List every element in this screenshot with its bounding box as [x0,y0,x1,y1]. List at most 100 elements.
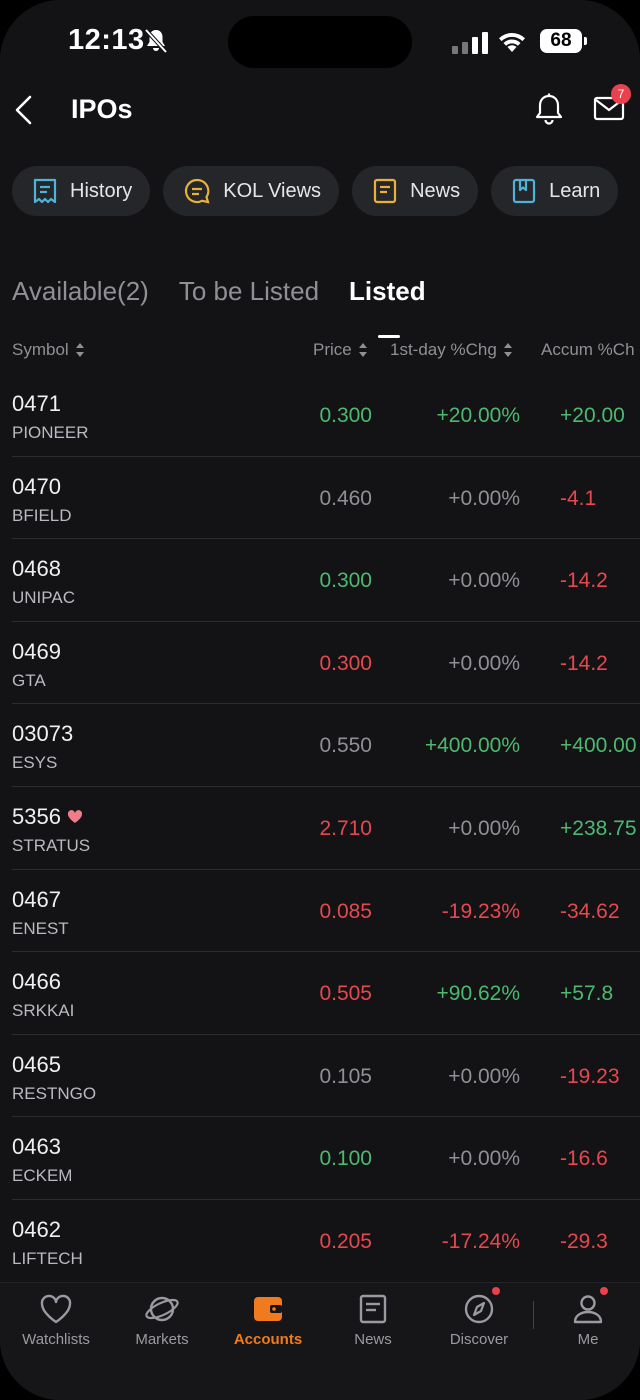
stock-price: 0.460 [319,486,372,510]
stock-code-text: 0468 [12,556,61,582]
battery-level: 68 [540,29,582,53]
accum-change: +238.75 [560,816,637,840]
news-chip[interactable]: News [352,166,479,216]
column-first-day-label: 1st-day %Chg [390,340,497,359]
column-accum-change[interactable]: Accum %Ch [541,340,635,360]
stock-price: 0.300 [319,569,372,593]
table-row[interactable]: 0468 UNIPAC 0.300 +0.00% -14.2 [0,539,640,622]
status-time: 12:13 [68,24,145,56]
nav-me-label: Me [577,1331,599,1348]
nav-markets-label: Markets [135,1331,189,1348]
news-icon [373,178,397,204]
stock-code-text: 5356 [12,803,61,829]
dynamic-island [228,16,412,68]
stock-price: 0.105 [319,1064,372,1088]
accum-change: -14.2 [560,569,608,593]
stock-price: 0.300 [319,651,372,675]
wifi-icon [499,32,525,52]
nav-accounts[interactable]: Accounts [213,1291,323,1348]
ipo-tabs: Available(2) To be Listed Listed [12,276,456,338]
first-day-change: +90.62% [436,982,521,1006]
table-row[interactable]: 5356 STRATUS 2.710 +0.00% +238.75 [0,787,640,870]
first-day-change: -19.23% [441,899,520,923]
discover-notification-dot [492,1287,500,1295]
silent-bell-icon [144,28,168,54]
accum-change: -16.6 [560,1147,608,1171]
stock-code-text: 0467 [12,886,61,912]
history-chip-label: History [70,179,133,202]
stock-code: 0468 [12,556,61,582]
stock-code: 0465 [12,1052,61,1078]
tab-available[interactable]: Available(2) [12,276,149,324]
stock-name: ENEST [12,918,69,938]
table-row[interactable]: 0470 BFIELD 0.460 +0.00% -4.1 [0,457,640,540]
table-row[interactable]: 0465 RESTNGO 0.105 +0.00% -19.23 [0,1035,640,1118]
bottom-nav: Watchlists Markets Accounts News Discove… [0,1282,640,1400]
planet-icon [145,1296,179,1322]
nav-me[interactable]: Me [533,1291,640,1348]
stock-name: PIONEER [12,423,89,442]
accum-change: -4.1 [560,486,597,510]
sort-icon [75,343,84,357]
nav-watchlists-label: Watchlists [22,1331,90,1348]
wallet-icon [254,1297,282,1321]
page-header: IPOs 7 [0,84,640,140]
tab-to-be-listed[interactable]: To be Listed [179,276,319,324]
stock-price: 0.300 [319,404,372,427]
table-row[interactable]: 0471 PIONEER 0.300 +20.00% +20.00 [0,374,640,457]
table-row[interactable]: 0466 SRKKAI 0.505 +90.62% +57.8 [0,952,640,1035]
nav-markets[interactable]: Markets [107,1291,217,1348]
tab-listed[interactable]: Listed [349,276,426,338]
kol-views-chip-label: KOL Views [223,179,322,202]
stock-price: 0.550 [319,734,372,758]
stock-code: 0471 [12,391,61,417]
mail-count-badge: 7 [611,84,631,104]
accum-change: -29.3 [560,1229,608,1253]
first-day-change: +0.00% [448,569,520,593]
stock-code-text: 0462 [12,1216,61,1242]
column-price[interactable]: Price [313,340,368,360]
table-row[interactable]: 0469 GTA 0.300 +0.00% -14.2 [0,622,640,705]
nav-discover[interactable]: Discover [424,1291,534,1348]
learn-chip[interactable]: Learn [491,166,619,216]
news-icon [359,1294,387,1324]
stock-code-text: 0470 [12,473,61,499]
learn-chip-label: Learn [549,179,601,202]
history-icon [33,178,57,204]
compass-icon [464,1294,494,1324]
notification-bell-icon[interactable] [532,92,566,126]
table-row[interactable]: 03073 ESYS 0.550 +400.00% +400.00 [0,704,640,787]
nav-news[interactable]: News [318,1291,428,1348]
nav-discover-label: Discover [449,1331,509,1348]
stock-name: SRKKAI [12,1001,75,1021]
stock-code: 03073 [12,721,73,747]
table-row[interactable]: 0463 ECKEM 0.100 +0.00% -16.6 [0,1117,640,1200]
stock-code: 0462 [12,1217,61,1243]
kol-views-chip[interactable]: KOL Views [163,166,340,216]
quick-links: History KOL Views News Learn [12,166,619,216]
page-title: IPOs [71,94,133,124]
stock-price: 0.505 [319,982,372,1006]
stock-name: ESYS [12,753,58,773]
stock-name: RESTNGO [12,1083,97,1103]
table-header: Symbol Price 1st-day %Chg Accum %Ch [0,336,640,364]
column-symbol[interactable]: Symbol [12,340,85,360]
table-row[interactable]: 0462 LIFTECH 0.205 -17.24% -29.3 [0,1200,640,1283]
first-day-change: +0.00% [448,651,520,675]
column-first-day-change[interactable]: 1st-day %Chg [390,340,513,360]
stock-code-text: 03073 [12,721,74,747]
first-day-change: +0.00% [448,486,520,510]
back-arrow-icon[interactable] [12,94,36,126]
stock-code: 0463 [12,1134,61,1160]
stock-code-text: 0469 [12,638,61,664]
heart-icon [67,810,83,823]
nav-watchlists[interactable]: Watchlists [1,1291,111,1348]
nav-accounts-label: Accounts [233,1331,303,1348]
stock-name: ECKEM [12,1166,73,1186]
first-day-change: +400.00% [424,734,520,758]
accum-change: +400.00 [560,734,637,758]
stock-code: 0467 [12,887,61,913]
status-bar: 12:13 68 [0,0,640,84]
history-chip[interactable]: History [12,166,151,216]
table-row[interactable]: 0467 ENEST 0.085 -19.23% -34.62 [0,870,640,953]
